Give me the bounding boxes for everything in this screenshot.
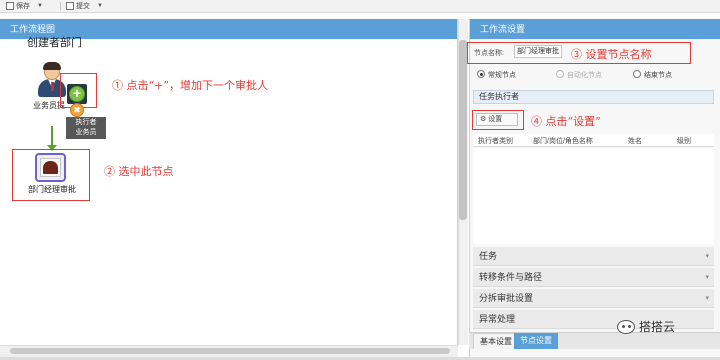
executor-tooltip-line1: 执行者 <box>75 119 97 126</box>
accordion-exception-label: 异常处理 <box>479 314 516 324</box>
annotation-4: ④ 点击“设置” <box>531 115 601 128</box>
grid-col-level[interactable]: 级别 <box>677 136 691 146</box>
grid-col-person[interactable]: 姓名 <box>628 136 642 146</box>
submit-button[interactable]: 提交 ▼ <box>66 0 103 12</box>
radio-regular-node[interactable] <box>477 70 485 78</box>
accordion-exception[interactable]: 异常处理 <box>473 310 714 329</box>
toolbar <box>0 0 720 13</box>
node-name-label: 节点名称: <box>474 50 504 57</box>
wechat-icon <box>617 319 635 334</box>
executor-icon[interactable]: ✖ <box>70 103 84 117</box>
chevron-down-icon: ▾ <box>705 295 709 302</box>
chevron-down-icon: ▾ <box>705 274 709 281</box>
chevron-down-icon[interactable]: ▼ <box>37 3 43 9</box>
gear-icon: ⚙ <box>480 116 487 123</box>
watermark-text: 搭搭云 <box>639 320 676 334</box>
task-executor-header: 任务执行者 <box>473 90 714 104</box>
vertical-scroll-thumb[interactable] <box>459 40 467 220</box>
person-tie <box>51 82 54 91</box>
save-label: 保存 <box>16 3 30 10</box>
toolbar-divider <box>60 2 61 11</box>
save-icon <box>6 2 14 10</box>
person-hair <box>43 62 61 70</box>
accordion-split-label: 分拆审批设置 <box>479 293 534 303</box>
accordion-transition-label: 转移条件与路径 <box>479 272 543 282</box>
watermark: 搭搭云 <box>617 318 675 335</box>
executor-tooltip-line2: 业务员 <box>75 129 97 136</box>
executor-tooltip: 执行者 业务员 <box>66 117 106 139</box>
save-button[interactable]: 保存 ▼ <box>6 0 43 12</box>
radio-auto-label: 自动化节点 <box>567 72 602 79</box>
radio-auto-node[interactable] <box>556 70 564 78</box>
annotation-3: ③ 设置节点名称 <box>571 48 652 61</box>
creator-department-label: 创建者部门 <box>27 37 82 49</box>
grid-col-type[interactable]: 执行者类别 <box>478 136 513 146</box>
radio-end-node[interactable] <box>633 70 641 78</box>
grid-col-name[interactable]: 部门/岗位/角色名称 <box>533 136 593 146</box>
submit-icon <box>66 2 74 10</box>
selected-node-label: 部门经理审批 <box>28 185 76 194</box>
accordion-transition[interactable]: 转移条件与路径 ▾ <box>473 268 714 287</box>
settings-button[interactable]: ⚙ 设置 <box>476 113 518 126</box>
radio-end-label: 结束节点 <box>644 72 672 79</box>
submit-label: 提交 <box>76 3 90 10</box>
annotation-2: ② 选中此节点 <box>104 165 174 178</box>
chevron-down-icon: ▾ <box>705 253 709 260</box>
settings-title: 工作流设置 <box>470 19 720 39</box>
add-circle-icon[interactable]: + <box>69 86 85 102</box>
radio-regular-label: 常规节点 <box>488 72 516 79</box>
node-name-input[interactable]: 部门经理审批 <box>514 45 562 58</box>
settings-button-label: 设置 <box>488 116 503 123</box>
accordion-task-label: 任务 <box>479 251 498 261</box>
executor-grid-body <box>473 148 714 244</box>
accordion-task[interactable]: 任务 ▾ <box>473 247 714 266</box>
annotation-1: ① 点击“+”，增加下一个审批人 <box>112 79 268 92</box>
accordion-split-approval[interactable]: 分拆审批设置 ▾ <box>473 289 714 308</box>
node-icon <box>43 161 58 174</box>
horizontal-scroll-thumb[interactable] <box>10 348 450 354</box>
tab-node-settings[interactable]: 节点设置 <box>514 333 558 349</box>
chevron-down-icon[interactable]: ▼ <box>97 3 103 9</box>
tab-basic-settings[interactable]: 基本设置 <box>473 333 519 349</box>
